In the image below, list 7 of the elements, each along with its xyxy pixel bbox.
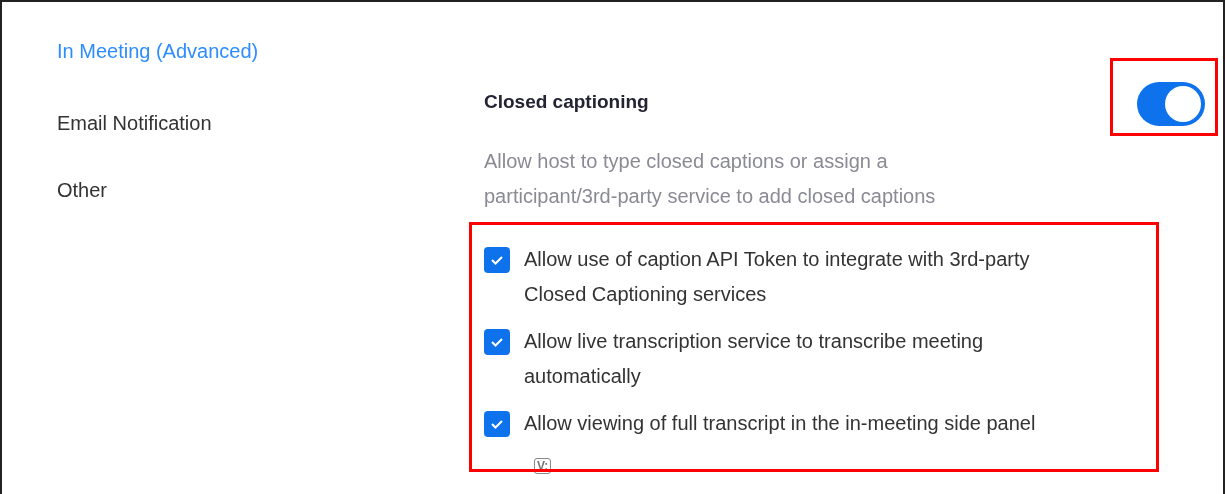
option-label: Allow use of caption API Token to integrate with 3rd-party Closed Captioning services	[524, 246, 1031, 307]
sidebar-link[interactable]: Email Notification	[57, 110, 484, 137]
option-label: Allow live transcription service to transcribe meeting automatically	[524, 328, 985, 389]
setting-title: Closed captioning	[484, 90, 650, 114]
option-label: Allow viewing of full transcript in the in-meeting side panel	[524, 410, 1037, 436]
sidebar-link[interactable]: Other	[57, 177, 484, 204]
setting-description: Allow host to type closed captions or assign a participant/3rd-party service to add closed captions	[484, 148, 937, 209]
